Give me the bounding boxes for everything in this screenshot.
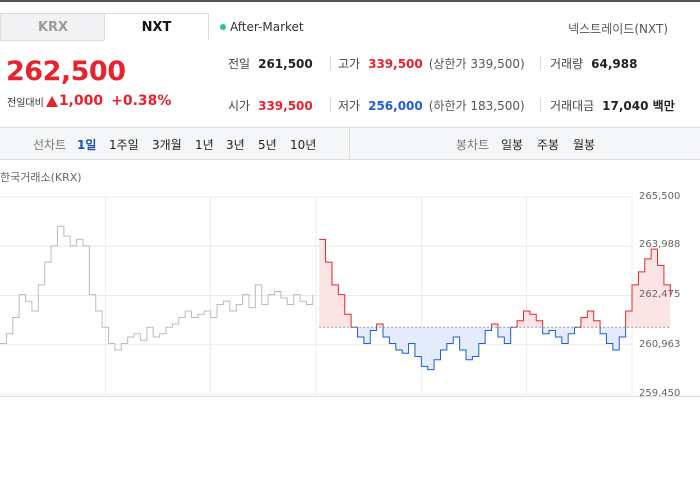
stat-low-label: 저가 <box>338 99 361 113</box>
period-1d[interactable]: 1일 <box>77 136 96 153</box>
change-percent: +0.38% <box>111 93 172 109</box>
divider <box>330 98 331 112</box>
price-change: 전일대비 1,000 +0.38% <box>7 93 171 109</box>
stat-open: 시가 339,500 <box>228 97 313 114</box>
y-tick-label: 259,450 <box>639 388 681 399</box>
tab-nxt-label: NXT <box>141 19 172 35</box>
divider <box>330 56 331 70</box>
exchange-name: 넥스트레이드(NXT) <box>568 22 668 36</box>
stat-open-label: 시가 <box>228 99 251 113</box>
period-1y[interactable]: 1년 <box>195 136 214 153</box>
tab-underline <box>0 40 104 41</box>
nxt-price-line-down <box>350 327 627 371</box>
divider <box>540 98 541 112</box>
line-chart-label: 선차트 <box>33 138 67 152</box>
stat-volume-value: 64,988 <box>591 56 638 71</box>
top-border <box>0 0 700 2</box>
stat-low-value: 256,000 <box>368 98 423 113</box>
y-tick-label: 262,475 <box>639 289 681 300</box>
period-3m[interactable]: 3개월 <box>152 136 182 153</box>
candle-monthly[interactable]: 월봉 <box>573 136 595 153</box>
stat-volume-label: 거래량 <box>550 57 584 71</box>
stat-lower-limit: (하한가 183,500) <box>428 99 525 113</box>
stat-high: 고가 339,500 (상한가 339,500) <box>338 55 525 72</box>
y-tick-label: 263,988 <box>639 239 681 250</box>
candle-weekly[interactable]: 주봉 <box>537 136 559 153</box>
stat-low: 저가 256,000 (하한가 183,500) <box>338 97 525 114</box>
divider <box>540 56 541 70</box>
intraday-chart[interactable] <box>0 188 700 398</box>
current-price: 262,500 <box>6 56 126 87</box>
change-label: 전일대비 <box>7 97 44 109</box>
y-tick-label: 265,500 <box>639 191 681 202</box>
market-status-label: After-Market <box>230 20 304 34</box>
chart-bottom-border <box>0 396 700 397</box>
period-bar: 선차트 1일 1주일 3개월 1년 3년 5년 10년 봉차트 일봉 주봉 월봉 <box>0 127 700 160</box>
stat-prev-close-label: 전일 <box>228 57 251 71</box>
krx-price-line <box>0 225 314 351</box>
stat-open-value: 339,500 <box>258 98 313 113</box>
period-10y[interactable]: 10년 <box>290 136 316 153</box>
stat-trade-value: 거래대금 17,040 백만 <box>550 97 675 114</box>
up-triangle-icon <box>45 95 58 107</box>
period-5y[interactable]: 5년 <box>258 136 277 153</box>
period-divider <box>349 128 350 159</box>
chart-source-label: 한국거래소(KRX) <box>0 171 82 184</box>
period-1w[interactable]: 1주일 <box>109 136 139 153</box>
candle-daily[interactable]: 일봉 <box>501 136 523 153</box>
stat-trade-value-value: 17,040 백만 <box>602 99 675 113</box>
y-tick-label: 260,963 <box>639 339 681 350</box>
candle-chart-label: 봉차트 <box>456 138 490 152</box>
stat-trade-value-label: 거래대금 <box>550 99 595 113</box>
stat-volume: 거래량 64,988 <box>550 55 637 72</box>
tab-nxt[interactable]: NXT <box>104 13 209 41</box>
stat-prev-close: 전일 261,500 <box>228 55 313 72</box>
stat-prev-close-value: 261,500 <box>258 56 313 71</box>
stat-high-value: 339,500 <box>368 56 423 71</box>
market-status: After-Market <box>220 20 304 34</box>
status-dot-icon <box>220 24 226 30</box>
period-3y[interactable]: 3년 <box>226 136 245 153</box>
stat-high-label: 고가 <box>338 57 361 71</box>
change-amount: 1,000 <box>58 93 104 109</box>
stat-upper-limit: (상한가 339,500) <box>428 57 525 71</box>
tab-krx[interactable]: KRX <box>0 13 105 41</box>
tab-krx-label: KRX <box>37 19 69 35</box>
